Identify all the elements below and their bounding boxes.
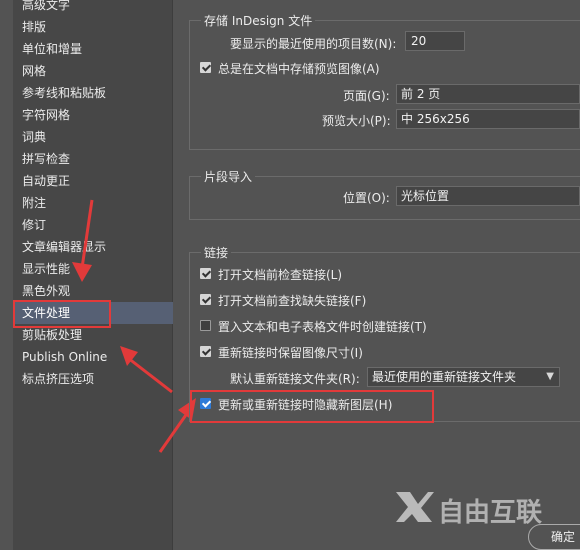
default-relink-folder-dropdown[interactable]: 最近使用的重新链接文件夹 ▼ bbox=[367, 367, 560, 387]
create-links-label: 置入文本和电子表格文件时创建链接(T) bbox=[218, 320, 427, 334]
sidebar-item-track-changes[interactable]: 修订 bbox=[13, 214, 173, 236]
save-group-title: 存储 InDesign 文件 bbox=[201, 12, 316, 29]
sidebar-item-dictionary[interactable]: 词典 bbox=[13, 126, 173, 148]
watermark-text: 自由互联 bbox=[438, 498, 543, 528]
preview-size-label: 预览大小(P): bbox=[322, 114, 391, 128]
pages-label: 页面(G): bbox=[343, 89, 390, 103]
snippet-group-title: 片段导入 bbox=[201, 168, 256, 185]
sidebar-item-composition[interactable]: 排版 bbox=[13, 16, 173, 38]
pages-dropdown[interactable]: 前 2 页 bbox=[396, 84, 580, 104]
store-preview-label: 总是在文档中存储预览图像(A) bbox=[218, 62, 380, 76]
sidebar-item-mojikumi[interactable]: 标点挤压选项 bbox=[13, 368, 173, 390]
snippet-position-value: 光标位置 bbox=[401, 189, 450, 203]
snippet-position-label: 位置(O): bbox=[343, 191, 390, 205]
chevron-down-icon: ▼ bbox=[546, 371, 554, 382]
ok-button-label: 确定 bbox=[551, 530, 576, 544]
default-relink-folder-value: 最近使用的重新链接文件夹 bbox=[372, 370, 517, 384]
sidebar-item-black-appearance[interactable]: 黑色外观 bbox=[13, 280, 173, 302]
sidebar-item-units-increments[interactable]: 单位和增量 bbox=[13, 38, 173, 60]
sidebar-item-spelling[interactable]: 拼写检查 bbox=[13, 148, 173, 170]
highlight-box-sidebar bbox=[13, 300, 111, 328]
find-missing-links-checkbox[interactable] bbox=[200, 294, 211, 305]
watermark-logo-icon bbox=[396, 492, 434, 522]
recent-items-label: 要显示的最近使用的项目数(N): bbox=[230, 37, 397, 51]
preserve-size-label: 重新链接时保留图像尺寸(I) bbox=[218, 346, 363, 360]
snippet-position-dropdown[interactable]: 光标位置 bbox=[396, 186, 580, 206]
sidebar-item-frame-grid[interactable]: 字符网格 bbox=[13, 104, 173, 126]
highlight-box-hide-layers bbox=[190, 390, 434, 423]
sidebar-item-display-performance[interactable]: 显示性能 bbox=[13, 258, 173, 280]
default-relink-folder-label: 默认重新链接文件夹(R): bbox=[230, 372, 360, 386]
ok-button[interactable]: 确定 bbox=[528, 524, 580, 550]
pages-dropdown-value: 前 2 页 bbox=[401, 87, 441, 101]
sidebar-item-story-editor[interactable]: 文章编辑器显示 bbox=[13, 236, 173, 258]
sidebar-item-advanced-type[interactable]: 高级文字 bbox=[13, 0, 173, 16]
sidebar-item-grids[interactable]: 网格 bbox=[13, 60, 173, 82]
preferences-sidebar: 高级文字 排版 单位和增量 网格 参考线和粘贴板 字符网格 词典 拼写检查 自动… bbox=[13, 0, 173, 550]
sidebar-item-autocorrect[interactable]: 自动更正 bbox=[13, 170, 173, 192]
create-links-checkbox[interactable] bbox=[200, 320, 211, 331]
check-links-checkbox[interactable] bbox=[200, 268, 211, 279]
preview-size-dropdown[interactable]: 中 256x256 bbox=[396, 109, 580, 129]
find-missing-links-label: 打开文档前查找缺失链接(F) bbox=[218, 294, 367, 308]
preview-size-dropdown-value: 中 256x256 bbox=[401, 112, 470, 126]
check-links-label: 打开文档前检查链接(L) bbox=[218, 268, 343, 282]
recent-items-input[interactable]: 20 bbox=[405, 31, 465, 51]
preserve-size-checkbox[interactable] bbox=[200, 346, 211, 357]
store-preview-checkbox[interactable] bbox=[200, 62, 211, 73]
sidebar-item-publish-online[interactable]: Publish Online bbox=[13, 346, 173, 368]
links-group-title: 链接 bbox=[201, 244, 232, 261]
sidebar-item-guides-pasteboard[interactable]: 参考线和粘贴板 bbox=[13, 82, 173, 104]
sidebar-item-notes[interactable]: 附注 bbox=[13, 192, 173, 214]
